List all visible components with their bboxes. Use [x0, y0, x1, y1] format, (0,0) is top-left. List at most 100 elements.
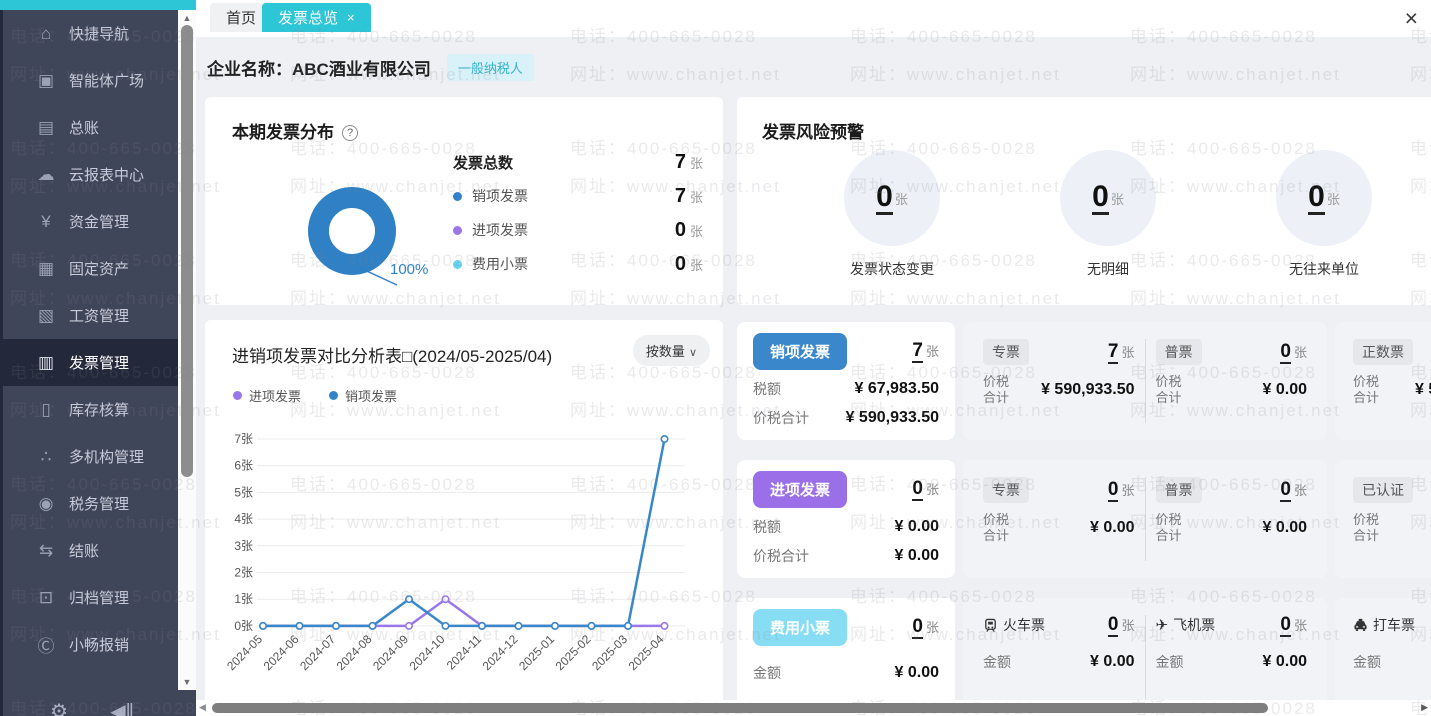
general-invoice-count[interactable]: 0张 [1280, 342, 1307, 363]
risk-count[interactable]: 0 [1092, 181, 1109, 216]
sidebar-item-inventory[interactable]: ▯库存核算 [3, 386, 178, 433]
tab-close-icon[interactable]: × [347, 10, 355, 25]
purple-dot-icon [453, 226, 462, 235]
agent-plaza-icon: ▣ [34, 71, 58, 91]
scroll-down-icon[interactable]: ▼ [178, 677, 196, 687]
tab-label: 发票总览 [278, 7, 338, 28]
purchase-invoice-stat-row: 进项发票 0张 税额¥ 0.00 价税合计¥ 0.00 专票0张 价税合计¥ 0… [737, 460, 1431, 578]
svg-text:2025-03: 2025-03 [589, 632, 630, 673]
help-icon[interactable]: ? [342, 125, 358, 141]
window-close-icon[interactable]: × [1405, 1, 1418, 35]
svg-text:2024-05: 2024-05 [224, 632, 265, 673]
company-header: 企业名称： ABC酒业有限公司 一般纳税人 [207, 54, 534, 81]
certified-invoice-tag: 已认证 [1353, 477, 1413, 503]
sidebar-item-tax[interactable]: ◉税务管理 [3, 480, 178, 527]
scroll-up-icon[interactable]: ▲ [178, 13, 196, 23]
legend-row-sales: 销项发票 7张 [453, 179, 703, 213]
cloud-report-icon: ☁ [34, 165, 58, 185]
company-name: ABC酒业有限公司 [292, 55, 431, 80]
sidebar-item-agent-plaza[interactable]: ▣智能体广场 [3, 57, 178, 104]
payroll-icon: ▧ [34, 306, 58, 326]
sidebar-item-funds[interactable]: ¥资金管理 [3, 198, 178, 245]
special-invoice-panel: 专票0张 价税合计¥ 0.00 [973, 477, 1145, 561]
multi-org-icon: ∴ [34, 447, 58, 467]
svg-text:2024-06: 2024-06 [261, 632, 302, 673]
funds-icon: ¥ [34, 212, 58, 232]
sales-invoice-stat-row: 销项发票 7张 税额¥ 67,983.50 价税合计¥ 590,933.50 专… [737, 322, 1431, 440]
special-invoice-tag: 专票 [983, 339, 1029, 365]
sidebar-item-payroll[interactable]: ▧ 工资管理 [3, 292, 178, 339]
blue-dot-icon [453, 192, 462, 201]
donut-chart [308, 187, 396, 275]
special-invoice-panel: 专票7张 价税合计¥ 590,933.50 [973, 339, 1145, 423]
legend-row-purchase: 进项发票 0张 [453, 213, 703, 247]
chevron-down-icon: ∨ [689, 347, 697, 359]
app-window: ⌂快捷导航 ▣智能体广场 ▤总账 ☁ 云报表中心 ¥资金管理 ▦ 固定资产 ▧ 工资管… [0, 0, 1431, 716]
by-quantity-dropdown[interactable]: 按数量∨ [633, 335, 710, 366]
sidebar-item-quick-nav[interactable]: ⌂快捷导航 [3, 10, 178, 57]
svg-text:2024-07: 2024-07 [297, 632, 338, 673]
fixed-assets-icon: ▦ [34, 259, 58, 279]
invoice-distribution-card: 本期发票分布? 100% 发票总数 7张 销项发票 7张 [205, 97, 723, 305]
invoice-icon: ▥ [34, 353, 58, 373]
tab-invoice-overview[interactable]: 发票总览 × [262, 3, 371, 32]
horizontal-scrollbar-thumb[interactable] [212, 703, 1268, 713]
legend-purchase-invoice[interactable]: 进项发票 [233, 386, 301, 405]
sales-invoice-button[interactable]: 销项发票 [753, 333, 847, 370]
horizontal-scrollbar[interactable]: ◀ ▶ [196, 700, 1431, 716]
expense-receipt-button[interactable]: 费用小票 [753, 609, 847, 646]
svg-text:2024-10: 2024-10 [407, 632, 448, 673]
card-title: 本期发票分布? [232, 118, 358, 143]
sidebar-item-cloud-report[interactable]: ☁ 云报表中心 [3, 151, 178, 198]
risk-count[interactable]: 0 [1308, 181, 1325, 216]
sidebar-top-accent [0, 0, 196, 10]
settings-gear-icon[interactable]: ⚙ [50, 699, 68, 716]
legend-row-expense: 费用小票 0张 [453, 247, 703, 281]
sidebar-item-invoice[interactable]: ▥发票管理 [3, 339, 178, 386]
sidebar: ⌂快捷导航 ▣智能体广场 ▤总账 ☁ 云报表中心 ¥资金管理 ▦ 固定资产 ▧ 工资管… [0, 10, 178, 716]
sidebar-item-label: 云报表中心 [69, 164, 144, 185]
train-ticket-count[interactable]: 0张 [1108, 615, 1135, 636]
sidebar-scrollbar[interactable]: ▲ ▼ [178, 10, 196, 690]
company-name-label: 企业名称： [207, 55, 292, 80]
general-invoice-tag: 普票 [1156, 339, 1202, 365]
purchase-invoice-count[interactable]: 0张 [912, 479, 939, 500]
special-invoice-count[interactable]: 7张 [1108, 342, 1135, 363]
legend-row-total: 发票总数 7张 [453, 145, 703, 179]
sidebar-item-xiaochang-expense[interactable]: Ⓒ小畅报销 [3, 621, 178, 668]
train-ticket-panel: 火车票 0张 金额¥ 0.00 [973, 615, 1145, 699]
tab-bar: 首页 发票总览 × × [196, 0, 1431, 37]
scroll-left-icon[interactable]: ◀ [199, 702, 206, 713]
sales-invoice-count[interactable]: 7张 [912, 341, 939, 362]
sidebar-item-fixed-assets[interactable]: ▦ 固定资产 [3, 245, 178, 292]
distribution-legend: 发票总数 7张 销项发票 7张 进项发票 0张 [453, 145, 703, 281]
svg-text:2025-01: 2025-01 [516, 632, 557, 673]
sidebar-item-general-ledger[interactable]: ▤总账 [3, 104, 178, 151]
general-ledger-icon: ▤ [34, 118, 58, 138]
sidebar-item-closing[interactable]: ⇆结账 [3, 527, 178, 574]
expense-receipt-count[interactable]: 0张 [912, 617, 939, 638]
expense-receipt-stat-row: 费用小票 0张 金额¥ 0.00 火车票 0张 金额¥ 0.00 [737, 598, 1431, 716]
risk-circle: 0张 [1060, 150, 1156, 246]
risk-count[interactable]: 0 [876, 181, 893, 216]
risk-item-no-detail: 0张 无明细 [1028, 150, 1188, 279]
taxi-ticket-panel: 打车票 金额 [1335, 598, 1431, 716]
plane-ticket-count[interactable]: 0张 [1280, 615, 1307, 636]
purple-dot-icon [233, 391, 242, 400]
legend-sales-invoice[interactable]: 销项发票 [329, 386, 397, 405]
sidebar-item-archive[interactable]: ⊡归档管理 [3, 574, 178, 621]
sidebar-item-multi-org[interactable]: ∴多机构管理 [3, 433, 178, 480]
train-icon [983, 618, 998, 633]
special-invoice-count[interactable]: 0张 [1108, 480, 1135, 501]
sidebar-item-label: 固定资产 [69, 258, 129, 279]
chart-title: 进销项发票对比分析表□(2024/05-2025/04) [232, 342, 552, 367]
general-invoice-count[interactable]: 0张 [1280, 480, 1307, 501]
scroll-right-icon[interactable]: ▶ [1421, 702, 1428, 713]
scrollbar-thumb[interactable] [181, 25, 193, 477]
purchase-invoice-type-panel: 专票0张 价税合计¥ 0.00 普票0张 价税合计¥ 0.00 [963, 460, 1327, 578]
sidebar-item-label: 工资管理 [69, 305, 129, 326]
line-chart: 0张1张2张3张4张5张6张7张2024-052024-062024-07202… [213, 416, 717, 706]
purchase-invoice-button[interactable]: 进项发票 [753, 471, 847, 508]
audio-mute-icon[interactable]: ◀‖ [110, 699, 134, 716]
risk-label: 无往来单位 [1244, 259, 1404, 279]
